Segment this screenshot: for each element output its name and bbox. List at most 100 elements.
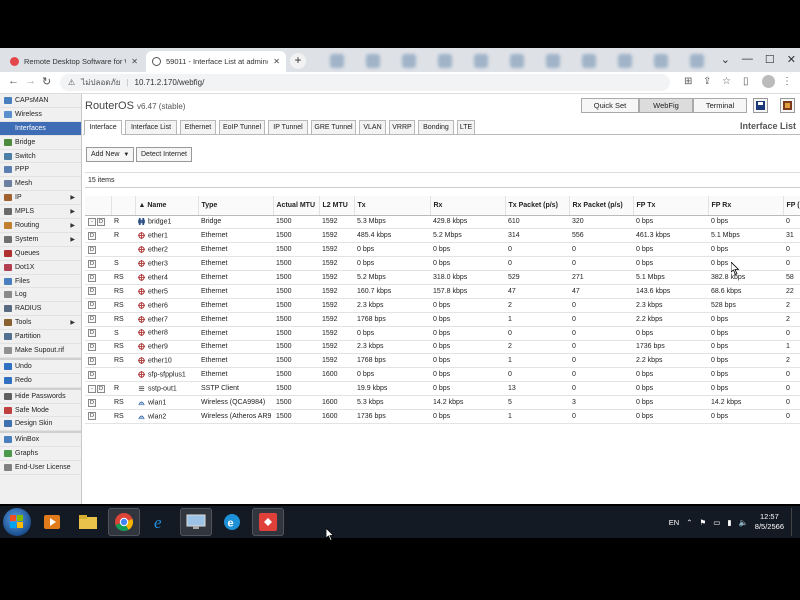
back-icon[interactable]: ← <box>8 75 19 87</box>
table-row[interactable]: - D Rsstp-out1 SSTP Client 1500 19.9 kbps 0 bp… <box>85 381 800 397</box>
browser-tab-webfig[interactable]: 59011 - Interface List at admin@ ✕ <box>146 51 286 72</box>
interface-name[interactable]: wlan2 <box>148 413 166 420</box>
interface-name[interactable]: sfp-sfpplus1 <box>148 371 186 378</box>
taskbar-anydesk[interactable] <box>252 508 284 536</box>
translate-icon[interactable]: ⊞ <box>684 76 692 87</box>
forward-icon[interactable]: → <box>25 75 36 87</box>
taskbar-chrome[interactable] <box>108 508 140 536</box>
tab-vlan[interactable]: VLAN <box>359 120 386 135</box>
interface-name[interactable]: ether2 <box>148 246 168 253</box>
interface-name[interactable]: ether7 <box>148 316 168 323</box>
sidebar-item-routing[interactable]: Routing ▶ <box>0 219 81 233</box>
table-row[interactable]: D RS ether4 Ethernet 1500 1592 5.2 Mbps 318.0 k… <box>85 270 800 285</box>
disable-button[interactable]: D <box>88 259 96 268</box>
volume-icon[interactable]: 🔈 <box>738 518 747 527</box>
table-row[interactable]: D Rether1 Ethernet 1500 1592 485.4 kbps 5.2 Mb… <box>85 228 800 244</box>
table-row[interactable]: - D Rbridge1 Bridge 1500 1592 5.3 Mbps 429.8 kb… <box>85 215 800 230</box>
sidebar-item-mesh[interactable]: Mesh <box>0 177 81 192</box>
table-row[interactable]: Dsfp-sfpplus1 Ethernet 1500 1600 0 bps 0 bps 0… <box>85 367 800 383</box>
sidebar-item-winbox[interactable]: WinBox <box>0 433 81 448</box>
disable-button[interactable]: D <box>88 315 96 324</box>
disable-button[interactable]: D <box>88 370 96 379</box>
column-header[interactable]: Type <box>198 196 274 216</box>
table-row[interactable]: D RS ether9 Ethernet 1500 1592 2.3 kbps 0 bps 2 0… <box>85 340 800 355</box>
column-header[interactable]: Tx Packet (p/s) <box>505 196 570 216</box>
table-row[interactable]: D RS ether7 Ethernet 1500 1592 1768 bps 0 bps 1 0… <box>85 312 800 327</box>
tab-vrrp[interactable]: VRRP <box>389 120 415 135</box>
table-row[interactable]: D RS wlan1 Wireless (QCA9984) 1500 1600 5.3 kb… <box>85 395 800 410</box>
browser-tab-remote-desktop[interactable]: Remote Desktop Software for W ✕ <box>4 51 144 72</box>
sidebar-item-redo[interactable]: Redo <box>0 374 81 388</box>
show-desktop-button[interactable] <box>791 508 796 536</box>
column-header[interactable]: Tx <box>354 196 431 216</box>
interface-name[interactable]: ether1 <box>148 233 168 240</box>
sidebar-item-bridge[interactable]: Bridge <box>0 136 81 150</box>
address-bar[interactable]: ⚠ ไม่ปลอดภัย | 10.71.2.170/webfig/ <box>60 74 670 91</box>
table-row[interactable]: D Sether8 Ethernet 1500 1592 0 bps 0 bps 0 0 0 bp… <box>85 326 800 341</box>
column-header[interactable]: L2 MTU <box>319 196 355 216</box>
table-row[interactable]: D RS ether10 Ethernet 1500 1592 1768 bps 0 bps 1… <box>85 353 800 369</box>
column-header[interactable]: Rx <box>430 196 506 216</box>
quick-set-button[interactable]: Quick Set <box>581 98 639 113</box>
disable-button[interactable]: D <box>88 329 96 338</box>
tab-ethernet[interactable]: Ethernet <box>180 120 216 135</box>
tab-eoip-tunnel[interactable]: EoIP Tunnel <box>219 120 265 135</box>
interface-name[interactable]: ether5 <box>148 288 168 295</box>
bookmark-star-icon[interactable]: ☆ <box>722 76 731 87</box>
taskbar-remote-desktop[interactable] <box>180 508 212 536</box>
disable-button[interactable]: D <box>88 231 96 240</box>
menu-icon[interactable]: ⋮ <box>782 76 792 87</box>
sidebar-item-graphs[interactable]: Graphs <box>0 447 81 462</box>
taskbar-edge[interactable]: e <box>216 508 248 536</box>
taskbar-file-explorer[interactable] <box>72 508 104 536</box>
sidebar-item-ppp[interactable]: PPP <box>0 163 81 178</box>
tab-ip-tunnel[interactable]: IP Tunnel <box>268 120 308 135</box>
maximize-icon[interactable]: ☐ <box>765 53 775 66</box>
sidebar-item-undo[interactable]: Undo <box>0 360 81 374</box>
language-indicator[interactable]: EN <box>669 518 679 527</box>
interface-name[interactable]: sstp-out1 <box>148 385 177 392</box>
design-skin-button[interactable] <box>780 98 795 113</box>
sidebar-item-files[interactable]: Files <box>0 275 81 289</box>
column-header[interactable]: ▲ Name <box>135 196 199 216</box>
sidebar-item-safe-mode[interactable]: Safe Mode <box>0 404 81 418</box>
profile-avatar[interactable] <box>762 75 775 88</box>
table-row[interactable]: D RS ether6 Ethernet 1500 1592 2.3 kbps 0 bps 2 0… <box>85 298 800 313</box>
save-config-button[interactable] <box>753 98 768 113</box>
disable-button[interactable]: D <box>88 398 96 407</box>
tray-expand-icon[interactable]: ⌃ <box>686 518 692 527</box>
interface-name[interactable]: bridge1 <box>148 219 171 226</box>
sidebar-item-hide-passwords[interactable]: Hide Passwords <box>0 390 81 404</box>
column-header[interactable] <box>111 196 136 216</box>
sidebar-item-tools[interactable]: Tools ▶ <box>0 316 81 331</box>
sidebar-item-log[interactable]: Log <box>0 288 81 303</box>
network-icon[interactable]: ▮ <box>727 518 731 527</box>
table-row[interactable]: D RS wlan2 Wireless (Atheros AR9 1500 1600 173… <box>85 409 800 424</box>
webfig-button[interactable]: WebFig <box>639 98 693 113</box>
interface-name[interactable]: ether6 <box>148 302 168 309</box>
share-icon[interactable]: ⇪ <box>703 76 711 87</box>
sidebar-item-partition[interactable]: Partition <box>0 330 81 345</box>
taskbar-internet-explorer[interactable]: e <box>144 508 176 536</box>
disable-button[interactable]: D <box>97 217 105 226</box>
column-header[interactable]: Rx Packet (p/s) <box>569 196 634 216</box>
minimize-icon[interactable]: — <box>742 53 753 65</box>
interface-name[interactable]: ether8 <box>148 330 168 337</box>
side-panel-icon[interactable]: ▯ <box>743 76 749 87</box>
remove-button[interactable]: - <box>88 217 96 226</box>
tab-lte[interactable]: LTE <box>457 120 475 135</box>
sidebar-item-interfaces[interactable]: Interfaces <box>0 121 81 136</box>
sidebar-item-system[interactable]: System ▶ <box>0 233 81 247</box>
column-header[interactable]: FP (p <box>783 196 800 216</box>
tab-search-icon[interactable]: ⌄ <box>721 53 730 66</box>
tab-bonding[interactable]: Bonding <box>418 120 454 135</box>
column-header[interactable]: Actual MTU <box>273 196 320 216</box>
new-tab-button[interactable]: + <box>290 53 306 69</box>
table-row[interactable]: Dether2 Ethernet 1500 1592 0 bps 0 bps 0 0 0 bps… <box>85 242 800 258</box>
interface-name[interactable]: wlan1 <box>148 399 166 406</box>
table-row[interactable]: D RS ether5 Ethernet 1500 1592 160.7 kbps 157.8… <box>85 284 800 299</box>
sidebar-item-ip[interactable]: IP ▶ <box>0 191 81 206</box>
sidebar-item-dot1x[interactable]: Dot1X <box>0 261 81 275</box>
sidebar-item-end-user-license[interactable]: End-User License <box>0 461 81 476</box>
tab-gre-tunnel[interactable]: GRE Tunnel <box>311 120 356 135</box>
